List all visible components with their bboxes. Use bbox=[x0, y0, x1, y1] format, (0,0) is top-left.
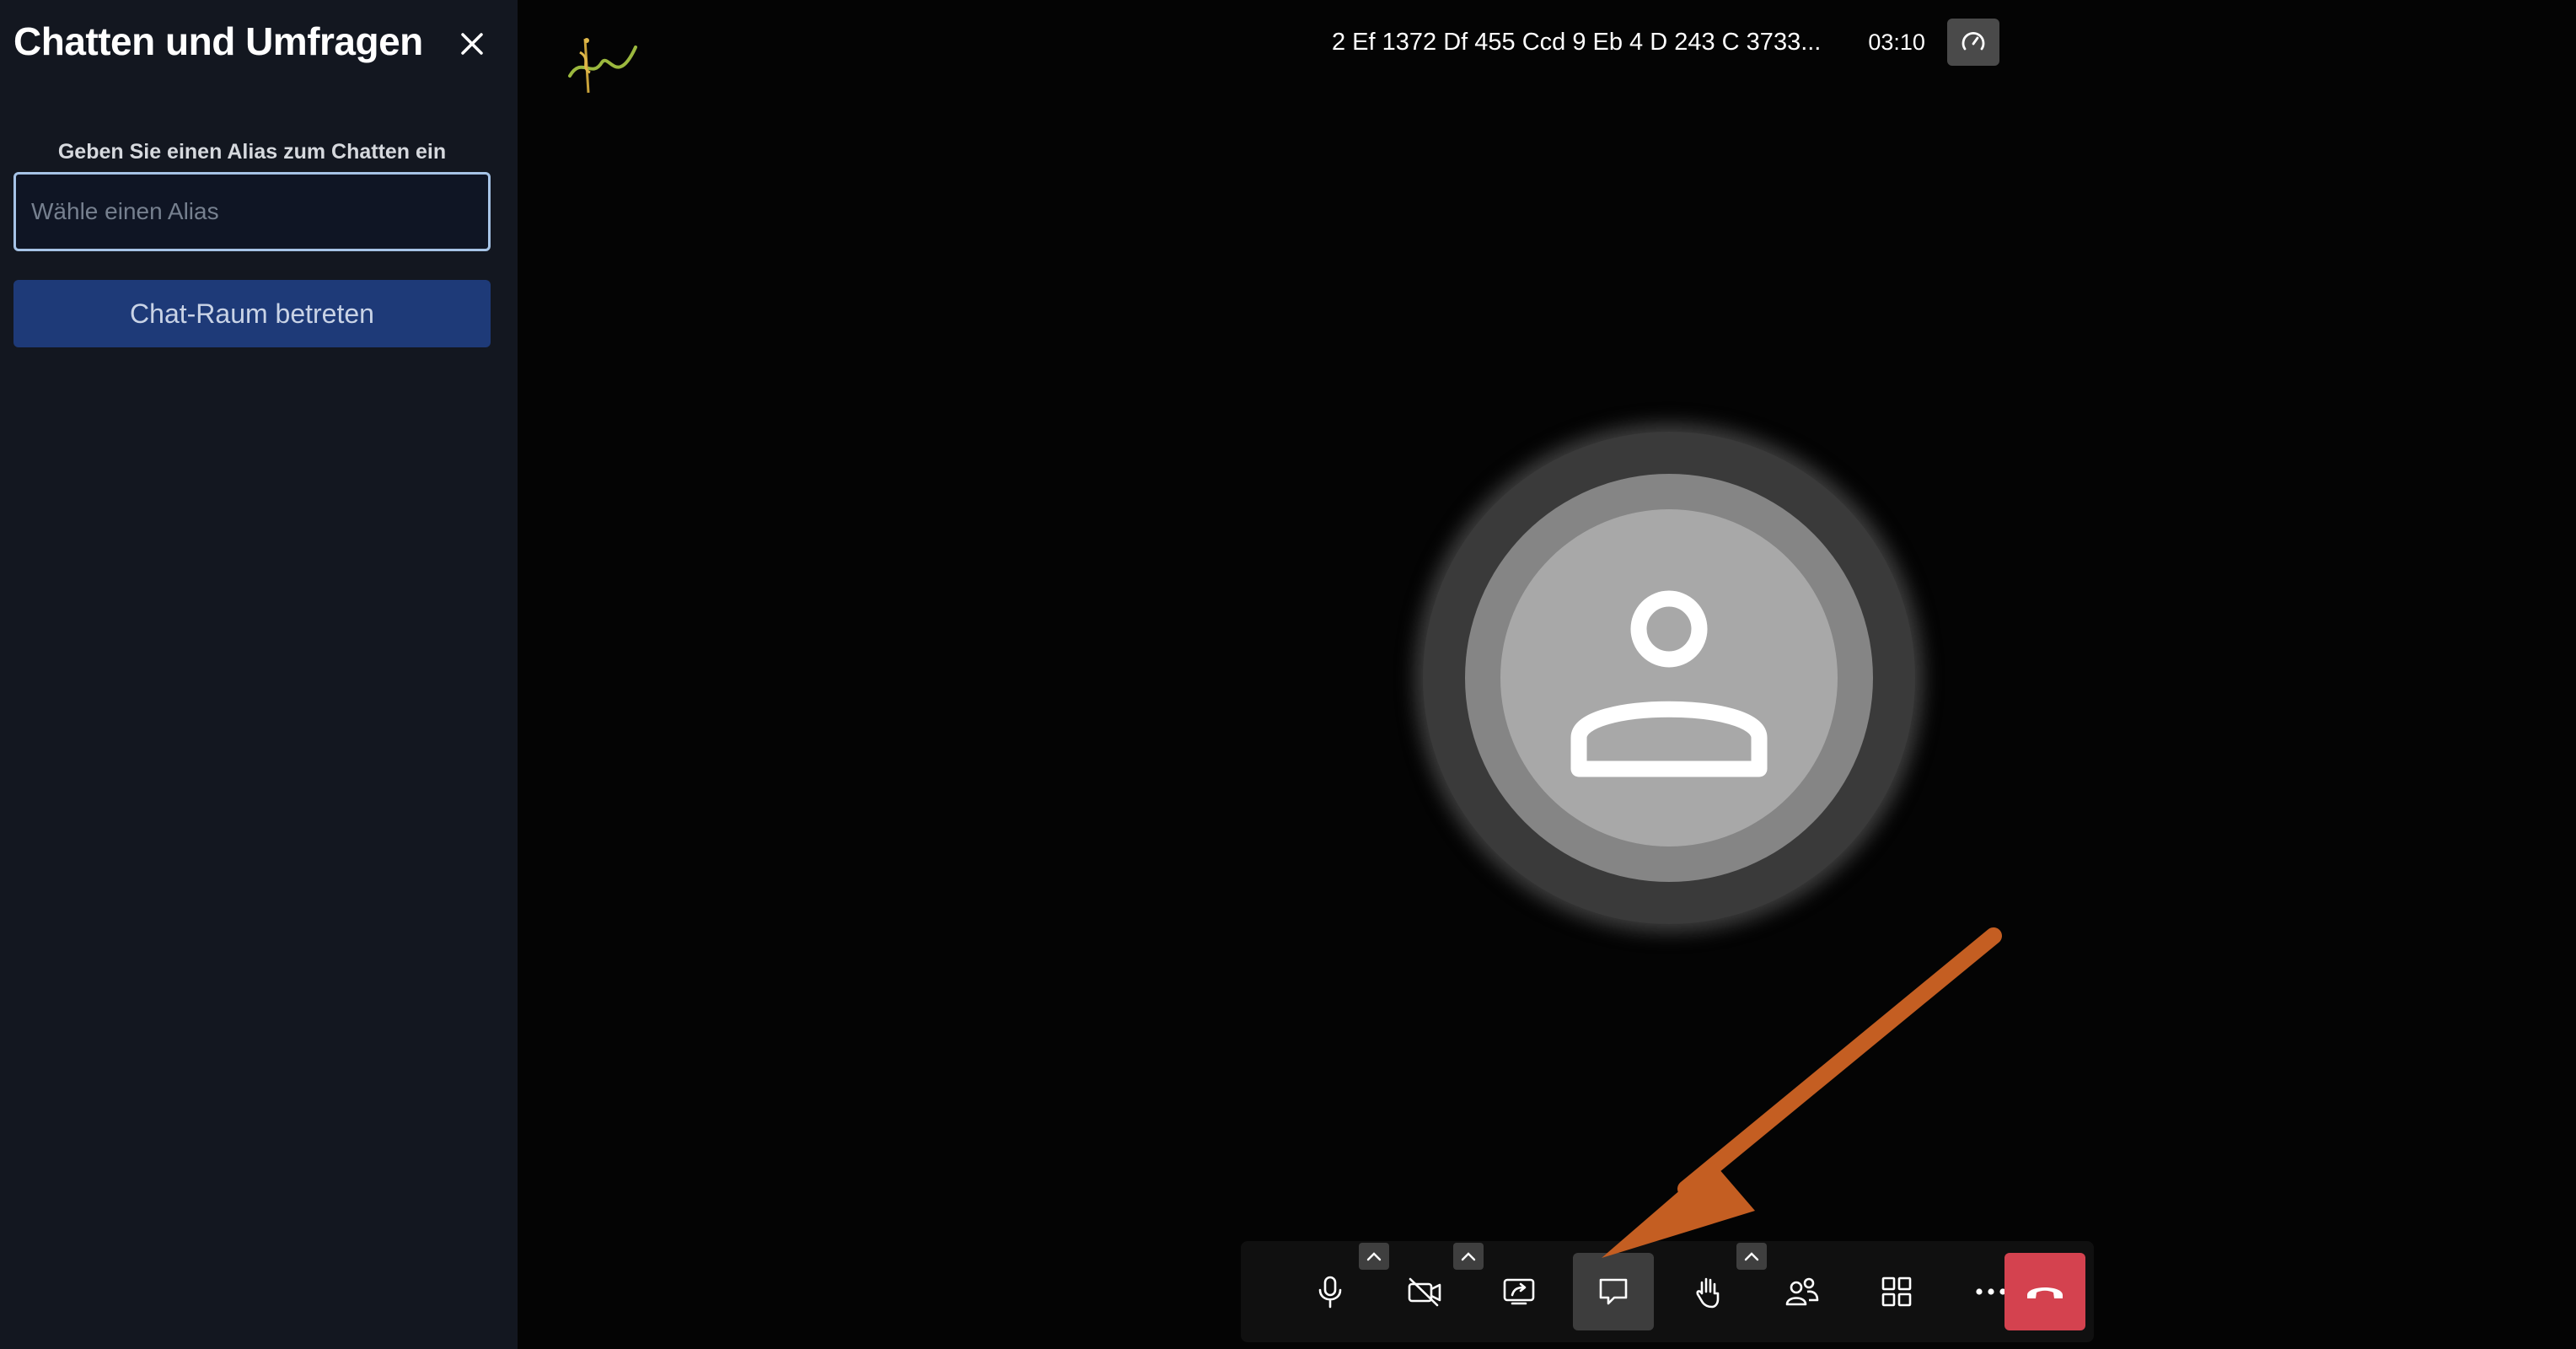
chat-sidebar: Chatten und Umfragen Geben Sie einen Ali… bbox=[0, 0, 518, 1349]
logo-icon bbox=[568, 38, 637, 94]
gauge-icon bbox=[1962, 31, 1985, 51]
hangup-button[interactable] bbox=[2004, 1253, 2085, 1330]
performance-button[interactable] bbox=[1946, 19, 1999, 66]
microphone-icon bbox=[1318, 1276, 1342, 1309]
alias-input[interactable] bbox=[13, 172, 491, 251]
chevron-up-icon bbox=[1744, 1252, 1759, 1261]
meeting-name: 2 Ef 1372 Df 455 Ccd 9 Eb 4 D 243 C 3733… bbox=[1332, 28, 1822, 56]
participants-button[interactable] bbox=[1762, 1253, 1843, 1330]
close-icon bbox=[461, 33, 483, 55]
screen-share-icon bbox=[1503, 1278, 1535, 1305]
hangup-icon bbox=[2027, 1287, 2063, 1298]
user-icon bbox=[1570, 590, 1768, 777]
join-chat-button[interactable]: Chat-Raum betreten bbox=[13, 280, 491, 347]
grid-icon bbox=[1881, 1276, 1912, 1307]
meeting-header: 2 Ef 1372 Df 455 Ccd 9 Eb 4 D 243 C 3733… bbox=[1305, 17, 1999, 67]
sidebar-title: Chatten und Umfragen bbox=[13, 19, 423, 63]
chat-button[interactable] bbox=[1573, 1253, 1654, 1330]
participants-icon bbox=[1785, 1277, 1819, 1306]
tile-view-button[interactable] bbox=[1856, 1253, 1937, 1330]
chevron-up-icon bbox=[1461, 1252, 1476, 1261]
chevron-up-icon bbox=[1366, 1252, 1382, 1261]
camera-off-icon bbox=[1408, 1277, 1441, 1307]
screen-share-button[interactable] bbox=[1479, 1253, 1559, 1330]
chat-icon bbox=[1599, 1278, 1628, 1305]
meeting-timer: 03:10 bbox=[1868, 29, 1925, 55]
alias-label: Geben Sie einen Alias zum Chatten ein bbox=[57, 140, 447, 164]
more-icon bbox=[1976, 1288, 2006, 1295]
meeting-toolbar bbox=[1241, 1241, 2094, 1342]
hand-icon bbox=[1696, 1277, 1720, 1309]
close-sidebar-button[interactable] bbox=[453, 25, 491, 62]
